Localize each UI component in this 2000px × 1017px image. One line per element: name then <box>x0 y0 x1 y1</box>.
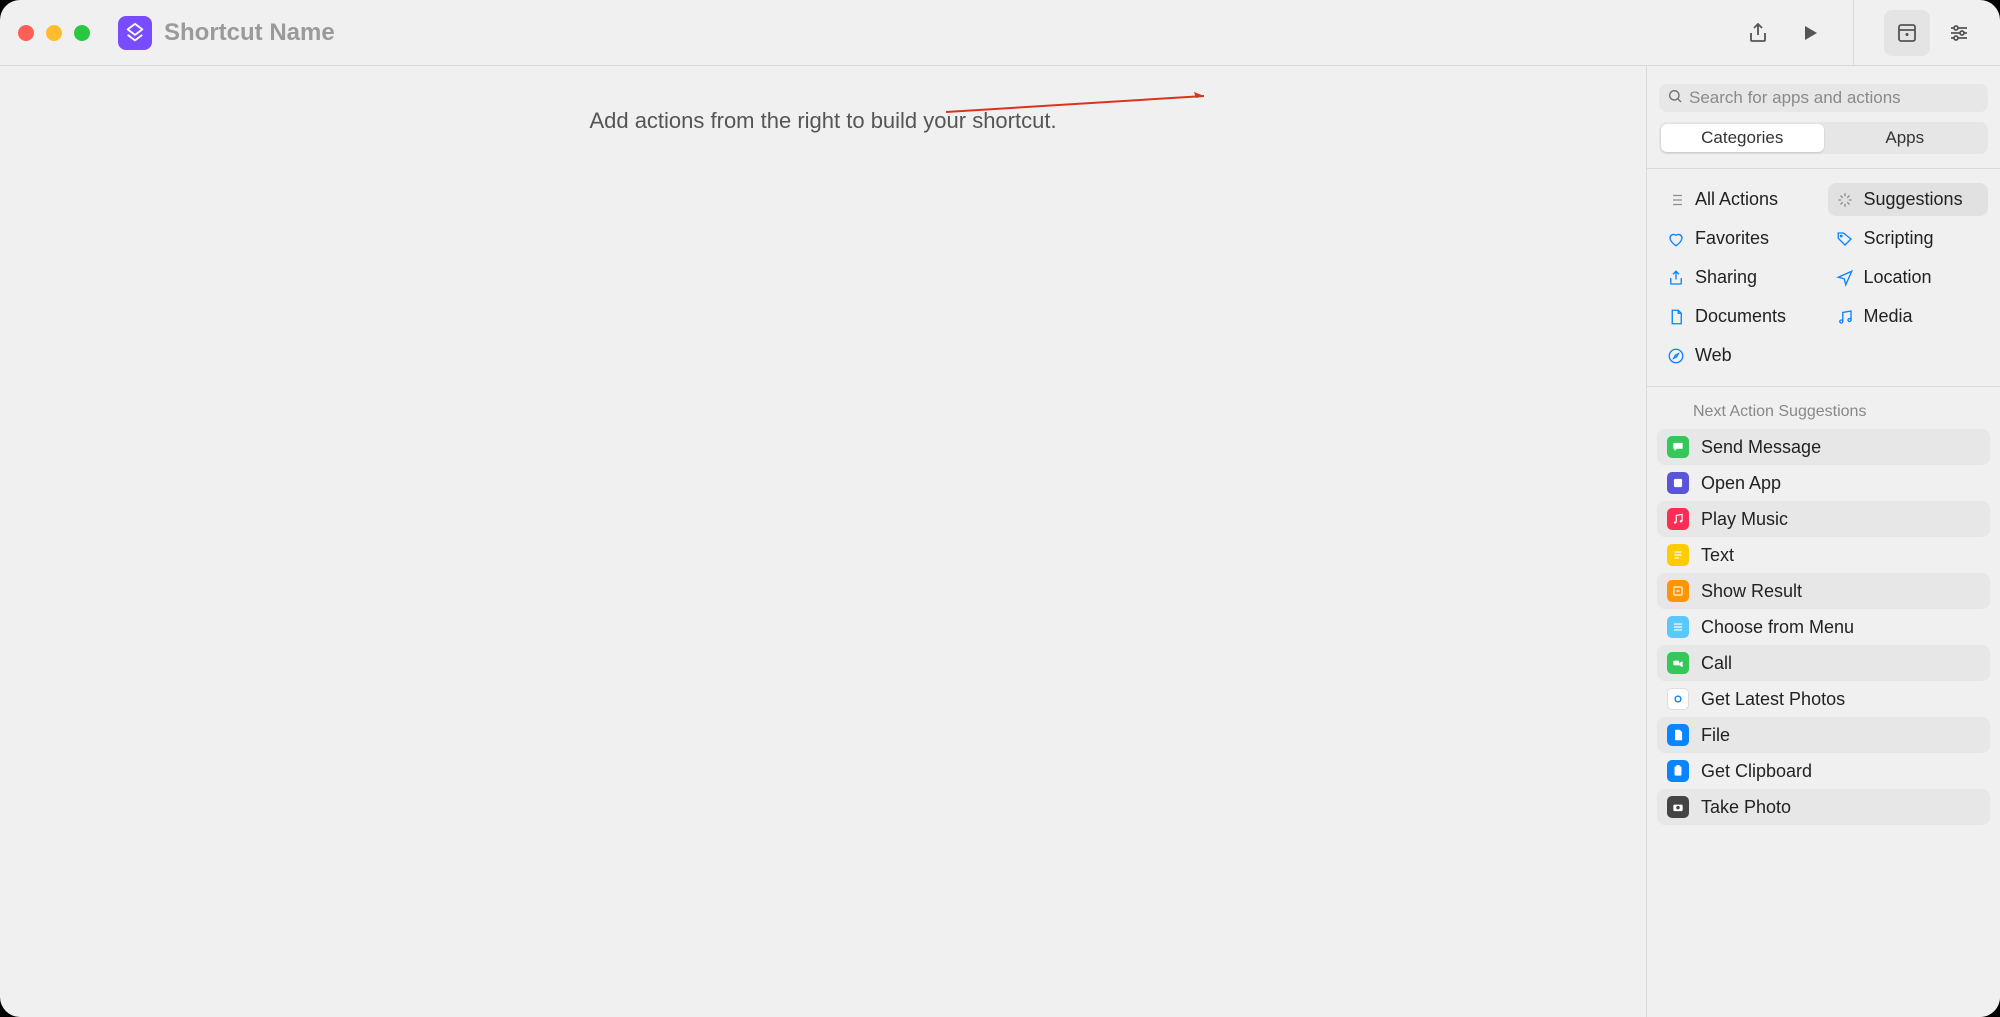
suggestion-label: Open App <box>1701 473 1781 494</box>
shortcuts-app-icon <box>118 16 152 50</box>
menu-icon <box>1667 616 1689 638</box>
suggestion-label: Play Music <box>1701 509 1788 530</box>
camera-icon <box>1667 796 1689 818</box>
category-grid: All Actions Suggestions Favorites Scripting… <box>1647 169 2000 387</box>
shortcuts-editor-window: Add actions from the right to build your… <box>0 0 2000 1017</box>
suggestion-label: Call <box>1701 653 1732 674</box>
category-label: Web <box>1695 345 1732 366</box>
window-toolbar <box>0 0 2000 66</box>
file-icon <box>1667 724 1689 746</box>
suggestion-call[interactable]: Call <box>1657 645 1990 681</box>
category-sharing[interactable]: Sharing <box>1659 261 1820 294</box>
window-controls <box>18 25 90 41</box>
search-icon <box>1667 88 1689 109</box>
editor-body: Add actions from the right to build your… <box>0 66 2000 1017</box>
library-toggle-button[interactable] <box>1884 10 1930 56</box>
music-icon <box>1836 308 1854 326</box>
suggestion-label: Show Result <box>1701 581 1802 602</box>
category-documents[interactable]: Documents <box>1659 300 1820 333</box>
suggestion-label: Get Latest Photos <box>1701 689 1845 710</box>
text-icon <box>1667 544 1689 566</box>
category-favorites[interactable]: Favorites <box>1659 222 1820 255</box>
suggestion-show-result[interactable]: Show Result <box>1657 573 1990 609</box>
shortcut-title-input[interactable] <box>164 19 564 47</box>
result-icon <box>1667 580 1689 602</box>
share-icon <box>1667 269 1685 287</box>
document-icon <box>1667 308 1685 326</box>
suggestions-header: Next Action Suggestions <box>1647 387 2000 429</box>
maximize-window-button[interactable] <box>74 25 90 41</box>
list-icon <box>1667 191 1685 209</box>
tab-apps[interactable]: Apps <box>1824 124 1987 152</box>
category-label: Scripting <box>1864 228 1934 249</box>
canvas-empty-text: Add actions from the right to build your… <box>589 108 1056 1017</box>
category-label: All Actions <box>1695 189 1778 210</box>
location-icon <box>1836 269 1854 287</box>
category-label: Sharing <box>1695 267 1757 288</box>
suggestion-play-music[interactable]: Play Music <box>1657 501 1990 537</box>
category-label: Documents <box>1695 306 1786 327</box>
suggestion-latest-photos[interactable]: Get Latest Photos <box>1657 681 1990 717</box>
suggestions-list: Send Message Open App Play Music Text Show R… <box>1647 429 2000 825</box>
suggestion-label: Send Message <box>1701 437 1821 458</box>
category-web[interactable]: Web <box>1659 339 1820 372</box>
suggestion-label: Text <box>1701 545 1734 566</box>
suggestion-choose-menu[interactable]: Choose from Menu <box>1657 609 1990 645</box>
run-button[interactable] <box>1787 10 1833 56</box>
heart-icon <box>1667 230 1685 248</box>
suggestion-get-clipboard[interactable]: Get Clipboard <box>1657 753 1990 789</box>
category-suggestions[interactable]: Suggestions <box>1828 183 1989 216</box>
action-canvas[interactable]: Add actions from the right to build your… <box>0 66 1646 1017</box>
tab-categories[interactable]: Categories <box>1661 124 1824 152</box>
action-search-input[interactable] <box>1689 88 1980 108</box>
suggestion-send-message[interactable]: Send Message <box>1657 429 1990 465</box>
suggestion-file[interactable]: File <box>1657 717 1990 753</box>
facetime-icon <box>1667 652 1689 674</box>
suggestion-label: Choose from Menu <box>1701 617 1854 638</box>
music-app-icon <box>1667 508 1689 530</box>
close-window-button[interactable] <box>18 25 34 41</box>
category-label: Media <box>1864 306 1913 327</box>
photos-icon <box>1667 688 1689 710</box>
suggestion-label: File <box>1701 725 1730 746</box>
category-all-actions[interactable]: All Actions <box>1659 183 1820 216</box>
sparkle-icon <box>1836 191 1854 209</box>
share-button[interactable] <box>1735 10 1781 56</box>
category-label: Favorites <box>1695 228 1769 249</box>
category-location[interactable]: Location <box>1828 261 1989 294</box>
suggestion-text[interactable]: Text <box>1657 537 1990 573</box>
category-label: Suggestions <box>1864 189 1963 210</box>
suggestion-label: Take Photo <box>1701 797 1791 818</box>
action-library-sidebar: Categories Apps All Actions Suggestions Fa… <box>1646 66 2000 1017</box>
clipboard-icon <box>1667 760 1689 782</box>
tag-icon <box>1836 230 1854 248</box>
minimize-window-button[interactable] <box>46 25 62 41</box>
safari-icon <box>1667 347 1685 365</box>
open-app-icon <box>1667 472 1689 494</box>
suggestion-label: Get Clipboard <box>1701 761 1812 782</box>
category-label: Location <box>1864 267 1932 288</box>
message-icon <box>1667 436 1689 458</box>
settings-button[interactable] <box>1936 10 1982 56</box>
suggestion-take-photo[interactable]: Take Photo <box>1657 789 1990 825</box>
library-mode-segmented: Categories Apps <box>1659 122 1988 154</box>
category-media[interactable]: Media <box>1828 300 1989 333</box>
action-search-field[interactable] <box>1659 84 1988 112</box>
category-scripting[interactable]: Scripting <box>1828 222 1989 255</box>
suggestion-open-app[interactable]: Open App <box>1657 465 1990 501</box>
